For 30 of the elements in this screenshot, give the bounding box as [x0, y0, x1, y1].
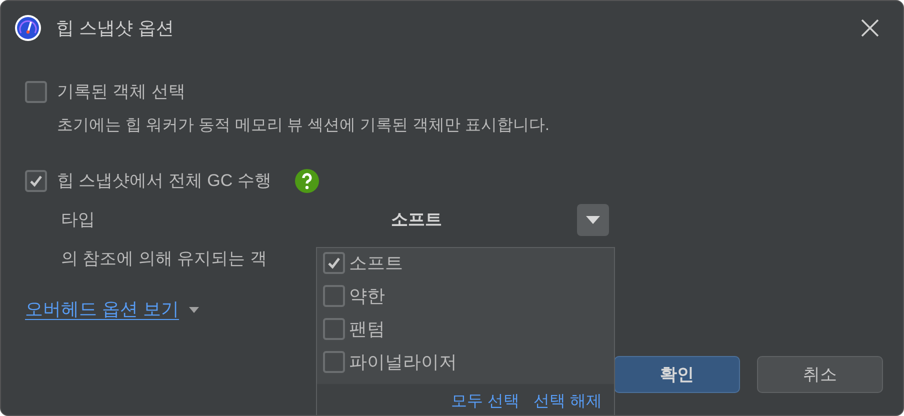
- type-option-label[interactable]: 팬텀: [349, 316, 385, 342]
- window-title: 힙 스냅샷 옵션: [56, 16, 174, 40]
- ok-button[interactable]: 확인: [614, 356, 740, 393]
- select-all-link[interactable]: 모두 선택: [451, 390, 520, 414]
- deselect-all-link[interactable]: 선택 해제: [534, 390, 602, 414]
- checkbox[interactable]: [323, 285, 345, 307]
- checkbox[interactable]: [25, 170, 47, 192]
- type-value: 소프트: [391, 209, 443, 232]
- type-option-label[interactable]: 약한: [349, 282, 385, 310]
- caret-icon: [586, 216, 600, 224]
- checkbox[interactable]: [25, 81, 47, 103]
- checkbox[interactable]: [323, 351, 345, 373]
- close-icon: [860, 18, 880, 38]
- checkbox[interactable]: [323, 318, 345, 340]
- type-option-label[interactable]: 소프트: [349, 250, 403, 276]
- overhead-options-link[interactable]: 오버헤드 옵션 보기: [25, 296, 180, 323]
- retained-objects-label: 의 참조에 의해 유지되는 객: [61, 248, 267, 270]
- caret-icon: [189, 306, 200, 312]
- cancel-button[interactable]: 취소: [757, 356, 883, 393]
- checkmark-icon: [327, 256, 341, 270]
- checkbox-label: 기록된 객체 선택: [57, 81, 186, 104]
- type-option-label[interactable]: 파이널라이저: [349, 348, 457, 376]
- checkbox-label: 힙 스냅샷에서 전체 GC 수행: [57, 170, 272, 192]
- checkbox[interactable]: [323, 252, 345, 274]
- checkmark-icon: [29, 174, 43, 188]
- close-button[interactable]: [859, 17, 881, 39]
- gauge-icon: [14, 14, 42, 42]
- description-text: 초기에는 힙 워커가 동적 메모리 뷰 섹션에 기록된 객체만 표시합니다.: [56, 116, 550, 136]
- dropdown-button[interactable]: [577, 204, 609, 236]
- type-label: 타입: [61, 209, 96, 232]
